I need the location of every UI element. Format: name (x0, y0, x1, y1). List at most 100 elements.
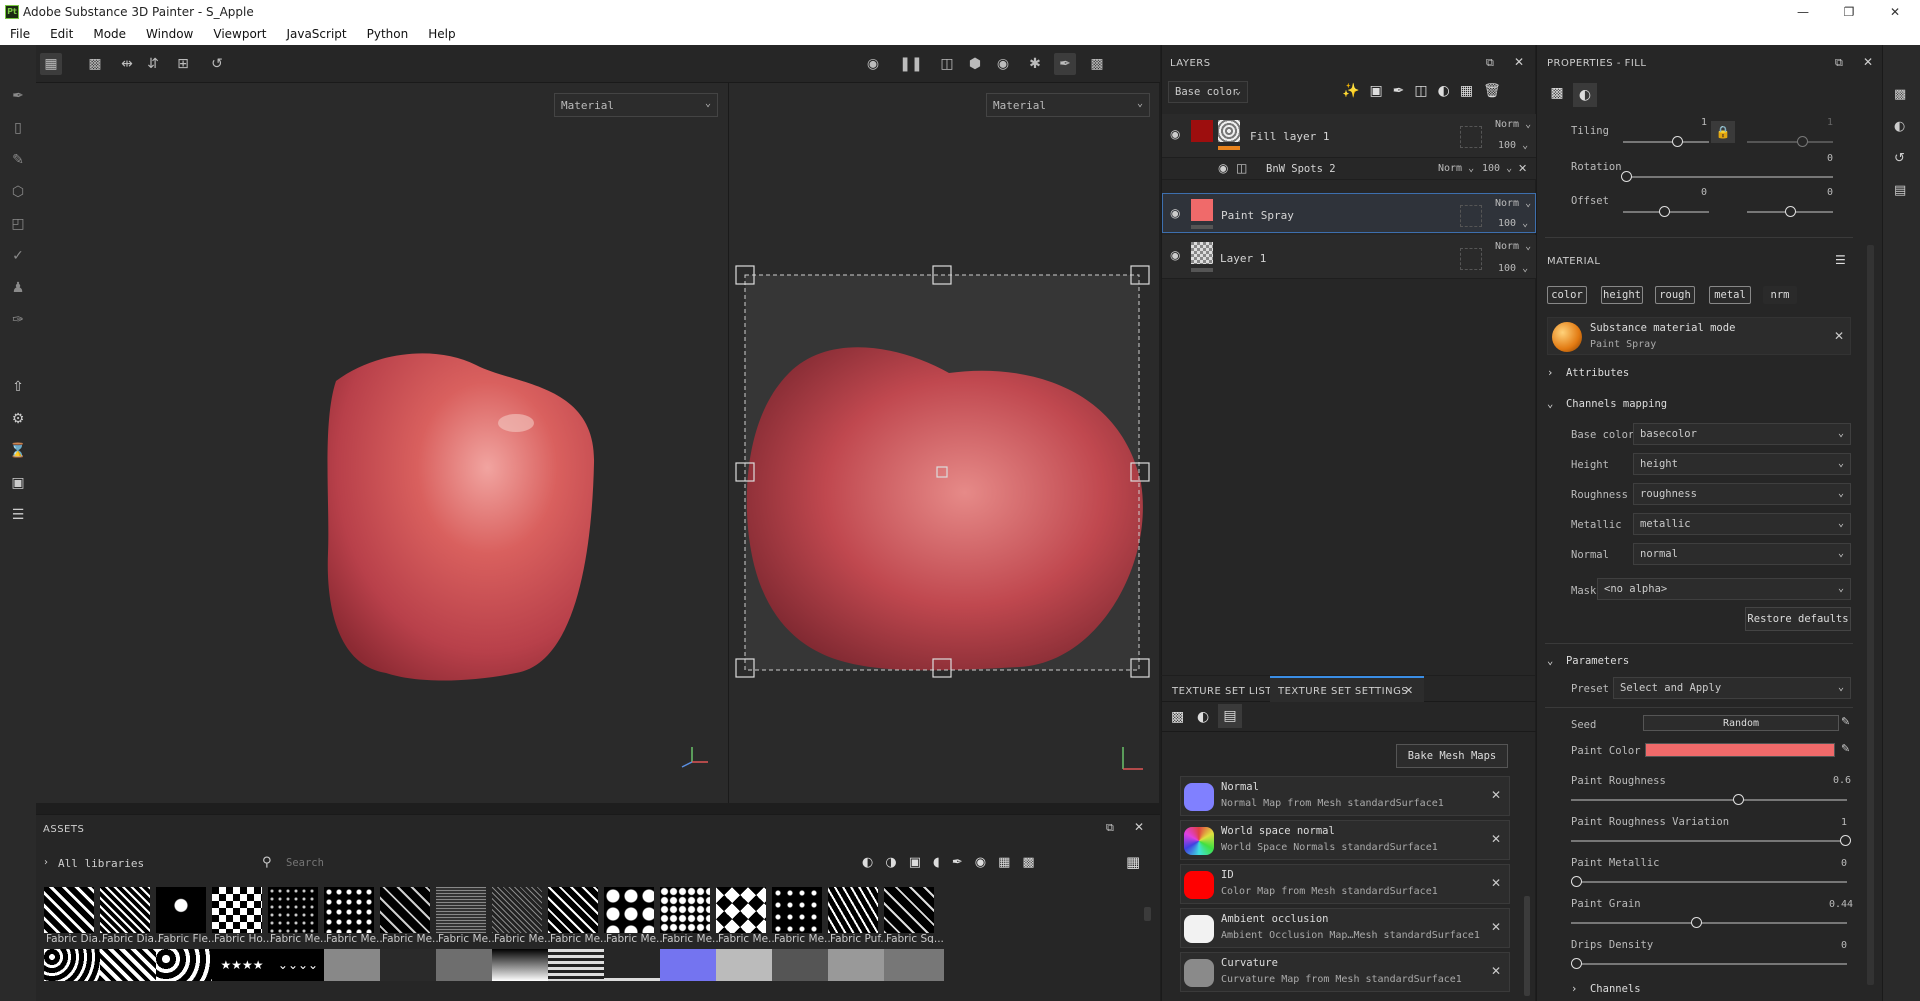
filter-generator-icon[interactable]: ◖ (933, 855, 952, 870)
asset-thumbnail[interactable] (828, 949, 888, 981)
opacity-select[interactable]: 100 ⌄ (1498, 263, 1528, 274)
mesh-maps-scrollbar[interactable] (1524, 896, 1530, 996)
visibility-eye-icon[interactable]: ◉ (1170, 248, 1180, 262)
history-icon[interactable]: ⌛ (9, 442, 27, 460)
asset-thumbnail[interactable]: Fabric Me... (492, 887, 552, 943)
camera-icon[interactable]: ◉ (992, 53, 1014, 75)
grid-view-icon[interactable]: ▦ (1126, 853, 1140, 871)
menu-help[interactable]: Help (418, 27, 465, 41)
spray-icon[interactable]: ✱ (1024, 53, 1046, 75)
uv-icon[interactable]: ▤ (1218, 704, 1242, 728)
material-options-icon[interactable]: ☰ (1835, 253, 1846, 267)
viewport-uv[interactable]: Material ⌄ (729, 83, 1159, 803)
screenshot-icon[interactable]: ▩ (1086, 53, 1108, 75)
channel-select[interactable]: Base color ⌄ (1168, 81, 1248, 103)
asset-thumbnail[interactable]: ⌄⌄⌄⌄ (268, 949, 328, 981)
channels-mapping-section[interactable]: ⌄ Channels mapping (1547, 398, 1667, 410)
asset-thumbnail[interactable] (156, 949, 216, 981)
channels-section[interactable]: › Channels (1571, 983, 1641, 995)
hide-icon[interactable]: ◉ (862, 53, 884, 75)
asset-thumbnail[interactable] (716, 949, 776, 981)
opacity-select[interactable]: 100 ⌄ (1498, 218, 1528, 229)
paint-mode-icon[interactable]: ✒ (1054, 53, 1076, 75)
menu-file[interactable]: File (0, 27, 40, 41)
display-settings-dock-icon[interactable]: ▩ (1894, 87, 1906, 102)
float-panel-icon[interactable]: ⧉ (1106, 821, 1114, 835)
lock-icon[interactable]: 🔒 (1711, 121, 1735, 143)
blend-mode-select[interactable]: Norm ⌄ (1495, 119, 1531, 130)
rotation-slider-knob[interactable] (1621, 171, 1632, 182)
log-dock-icon[interactable]: ▤ (1894, 183, 1906, 198)
mesh-map-item[interactable]: World space normal World Space Normals st… (1180, 820, 1510, 860)
paint-roughness-slider-track[interactable] (1571, 799, 1847, 801)
paint-brush-icon[interactable]: ✒ (9, 87, 27, 105)
asset-thumbnail[interactable] (380, 949, 440, 981)
symmetry-icon[interactable]: ⇹ (116, 53, 138, 75)
asset-thumbnail[interactable] (436, 949, 496, 981)
opacity-select[interactable]: 100 ⌄ (1482, 163, 1512, 174)
export-icon[interactable]: ⇧ (9, 378, 27, 396)
visibility-eye-icon[interactable]: ◉ (1170, 127, 1180, 141)
parameters-section[interactable]: ⌄ Parameters (1547, 655, 1629, 667)
settings-icon[interactable]: ▩ (1171, 709, 1184, 725)
mapping-select[interactable]: metallic ⌄ (1633, 513, 1851, 535)
environment-filter-icon[interactable]: ▩ (1022, 855, 1046, 870)
tab-texture-set-list[interactable]: TEXTURE SET LIST (1172, 686, 1272, 697)
blend-mode-select[interactable]: Norm ⌄ (1438, 163, 1474, 174)
asset-thumbnail[interactable]: Fabric Puf... (828, 887, 888, 943)
viewer-settings-dock-icon[interactable]: ◐ (1894, 119, 1905, 134)
layer-mask-slot[interactable] (1460, 205, 1482, 227)
mesh-map-item[interactable]: Normal Normal Map from Mesh standardSurfa… (1180, 776, 1510, 816)
layer-row-paint-spray[interactable]: ◉ Paint Spray Norm ⌄ 100 ⌄ (1162, 193, 1536, 233)
asset-thumbnail[interactable]: Fabric Me... (380, 887, 440, 943)
restore-defaults-button[interactable]: Restore defaults (1745, 607, 1851, 631)
tiling-slider-knob[interactable] (1672, 136, 1683, 147)
geometry-fill-icon[interactable]: ⬡ (9, 183, 27, 201)
asset-thumbnail[interactable]: Fabric Sq... (884, 887, 944, 943)
remove-map-icon[interactable]: ✕ (1491, 964, 1501, 978)
menu-python[interactable]: Python (357, 27, 419, 41)
asset-thumbnail[interactable]: ★★★★ (212, 949, 272, 981)
asset-thumbnail[interactable]: Fabric Me... (436, 887, 496, 943)
material-mode-card[interactable]: Substance material mode Paint Spray ✕ (1547, 317, 1851, 355)
clone-stamp-icon[interactable]: ♟ (9, 279, 27, 297)
tab-texture-set-settings[interactable]: TEXTURE SET SETTINGS (1270, 676, 1424, 702)
add-smart-material-icon[interactable]: ◐ (1438, 83, 1460, 99)
asset-thumbnail[interactable]: Fabric Me... (604, 887, 664, 943)
shelf-icon[interactable]: ☰ (9, 506, 27, 524)
menu-javascript[interactable]: JavaScript (276, 27, 356, 41)
maximize-icon[interactable]: ❐ (1826, 0, 1872, 23)
close-tab-icon[interactable]: ✕ (1404, 684, 1413, 697)
paint-metallic-slider-knob[interactable] (1571, 876, 1582, 887)
assets-search-input[interactable] (282, 853, 662, 873)
paint-roughness-variation-slider-track[interactable] (1571, 840, 1847, 842)
mapping-select[interactable]: normal ⌄ (1633, 543, 1851, 565)
add-folder-icon[interactable]: ▦ (1460, 83, 1483, 99)
rotation-slider-track[interactable] (1623, 176, 1833, 178)
align-icon[interactable]: ⇵ (142, 53, 164, 75)
attributes-section[interactable]: › Attributes (1547, 367, 1629, 379)
asset-thumbnail[interactable]: Fabric Me... (324, 887, 384, 943)
close-layers-icon[interactable]: ✕ (1514, 55, 1524, 69)
reset-camera-icon[interactable]: ↺ (206, 53, 228, 75)
paint-color-swatch[interactable] (1645, 743, 1835, 757)
mesh-map-item[interactable]: ID Color Map from Mesh standardSurface1 ✕ (1180, 864, 1510, 904)
display-settings-icon[interactable]: ▣ (9, 474, 27, 492)
float-panel-icon[interactable]: ⧉ (1486, 56, 1494, 70)
mapping-select[interactable]: basecolor ⌄ (1633, 423, 1851, 445)
smudge-icon[interactable]: ✓ (9, 247, 27, 265)
preset-select[interactable]: Select and Apply ⌄ (1613, 677, 1851, 699)
color-picker-icon[interactable]: ✎ (1841, 742, 1850, 755)
cube-icon[interactable]: ⬢ (964, 53, 986, 75)
menu-window[interactable]: Window (136, 27, 203, 41)
smart-material-filter-icon[interactable]: ◑ (885, 855, 908, 870)
grid-icon[interactable]: ▦ (40, 53, 62, 75)
projection-icon[interactable]: ✎ (9, 151, 27, 169)
asset-thumbnail[interactable]: Fabric Dia... (44, 887, 104, 943)
particle-filter-icon[interactable]: ◉ (975, 855, 998, 870)
mask-select[interactable]: <no alpha> ⌄ (1597, 578, 1851, 600)
color-picker-icon[interactable]: ✑ (9, 311, 27, 329)
offset-1-slider-knob[interactable] (1659, 206, 1670, 217)
asset-thumbnail[interactable] (100, 949, 160, 981)
paint-roughness-variation-slider-knob[interactable] (1840, 835, 1851, 846)
